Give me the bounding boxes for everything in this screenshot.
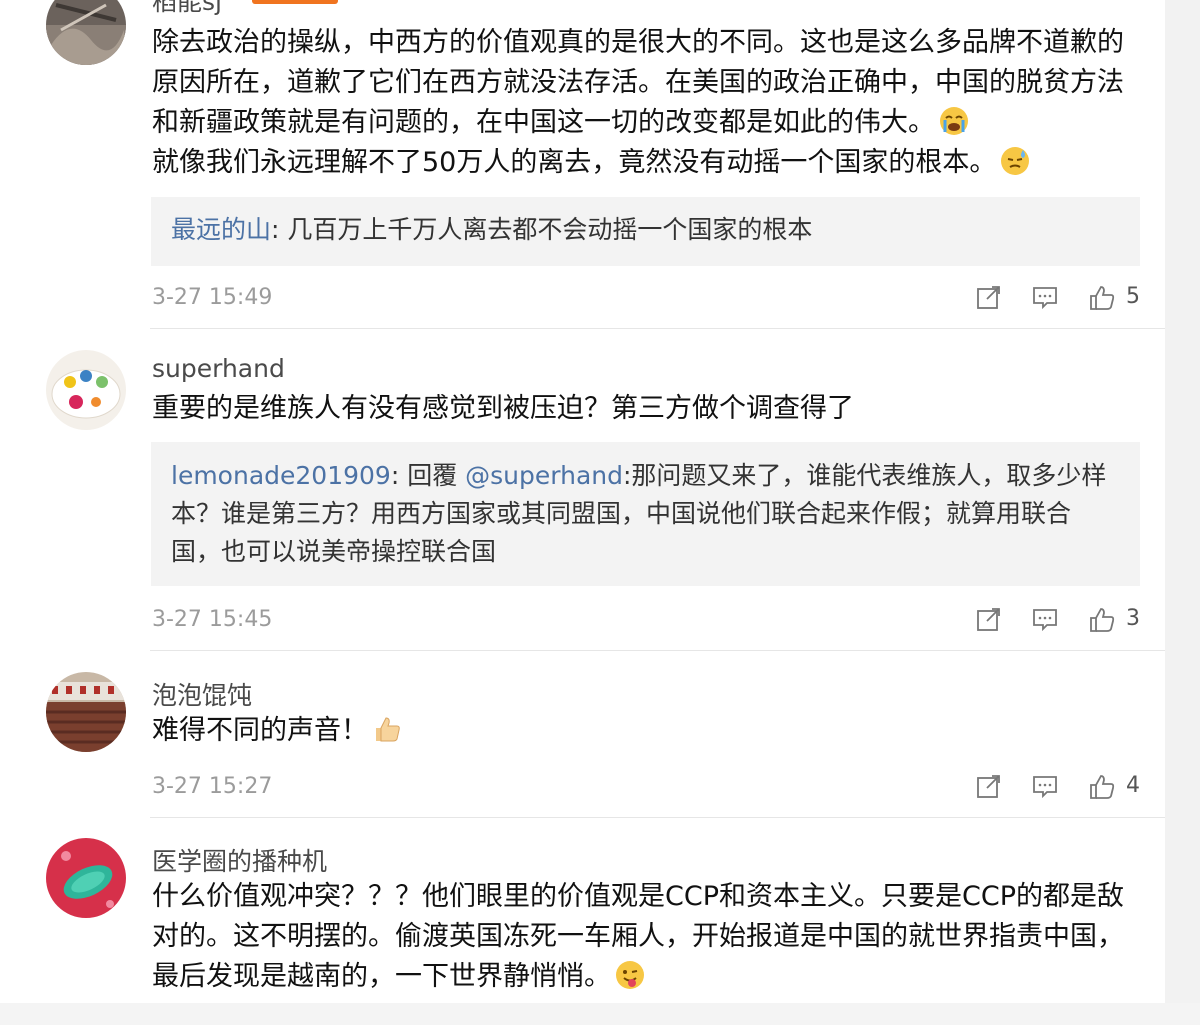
active-tab-indicator (252, 0, 338, 4)
comment-text-body: 除去政治的操纵，中西方的价值观真的是很大的不同。这也是这么多品牌不道歉的原因所在… (152, 27, 1124, 138)
comment-username[interactable]: superhand (152, 354, 285, 383)
reply-text: 几百万上千万人离去都不会动摇一个国家的根本 (287, 215, 813, 244)
comment-icon[interactable] (1032, 606, 1058, 636)
comment-text-body-2: 就像我们永远理解不了50万人的离去，竟然没有动摇一个国家的根本。 (152, 147, 997, 178)
sweat-face-icon (1000, 146, 1030, 176)
reply-author[interactable]: 最远的山 (171, 215, 271, 244)
comment-panel: 稻能sj 除去政治的操纵，中西方的价值观真的是很大的不同。这也是这么多品牌不道歉… (0, 0, 1165, 1025)
reply-prefix: 回覆 (407, 461, 466, 490)
avatar[interactable] (46, 838, 126, 918)
share-icon[interactable] (976, 606, 1002, 636)
divider (150, 817, 1165, 818)
comment-text: 难得不同的声音！ (152, 711, 1142, 751)
reply-separator: : (390, 461, 408, 490)
avatar[interactable] (46, 0, 126, 65)
comment-text-body: 难得不同的声音！ (152, 715, 368, 746)
bottom-strip (0, 1003, 1200, 1025)
like-icon[interactable] (1088, 606, 1116, 638)
comment-username[interactable]: 泡泡馄饨 (152, 676, 252, 712)
like-count: 4 (1126, 773, 1140, 798)
reply-separator: : (271, 215, 288, 244)
comment-icon[interactable] (1032, 284, 1058, 314)
comment-icon[interactable] (1032, 773, 1058, 803)
reply-author[interactable]: lemonade201909 (171, 461, 391, 490)
comment-username[interactable]: 医学圈的播种机 (152, 842, 327, 878)
comment-text: 除去政治的操纵，中西方的价值观真的是很大的不同。这也是这么多品牌不道歉的原因所在… (152, 23, 1142, 183)
crying-face-icon (939, 106, 969, 136)
divider (150, 650, 1165, 651)
divider (150, 328, 1165, 329)
like-icon[interactable] (1088, 773, 1116, 805)
comment-text: 重要的是维族人有没有感觉到被压迫？第三方做个调查得了 (152, 393, 854, 424)
comment-time: 3-27 15:45 (152, 607, 273, 632)
avatar[interactable] (46, 672, 126, 752)
like-count: 5 (1126, 284, 1140, 309)
comment-text: 什么价值观冲突？？？他们眼里的价值观是CCP和资本主义。只要是CCP的都是敌对的… (152, 877, 1142, 997)
share-icon[interactable] (976, 773, 1002, 803)
comment-time: 3-27 15:49 (152, 285, 273, 310)
tongue-wink-icon (615, 960, 645, 990)
avatar[interactable] (46, 350, 126, 430)
reply-mention[interactable]: @superhand (465, 461, 623, 490)
share-icon[interactable] (976, 284, 1002, 314)
like-count: 3 (1126, 606, 1140, 631)
comment-username[interactable]: 稻能sj (152, 0, 222, 18)
scrollbar[interactable] (1165, 0, 1200, 1025)
reply-box[interactable]: lemonade201909: 回覆 @superhand:那问题又来了，谁能代… (151, 442, 1140, 586)
reply-box[interactable]: 最远的山: 几百万上千万人离去都不会动摇一个国家的根本 (151, 197, 1140, 266)
thumbs-up-icon (372, 714, 402, 744)
like-icon[interactable] (1088, 284, 1116, 316)
comment-time: 3-27 15:27 (152, 774, 273, 799)
